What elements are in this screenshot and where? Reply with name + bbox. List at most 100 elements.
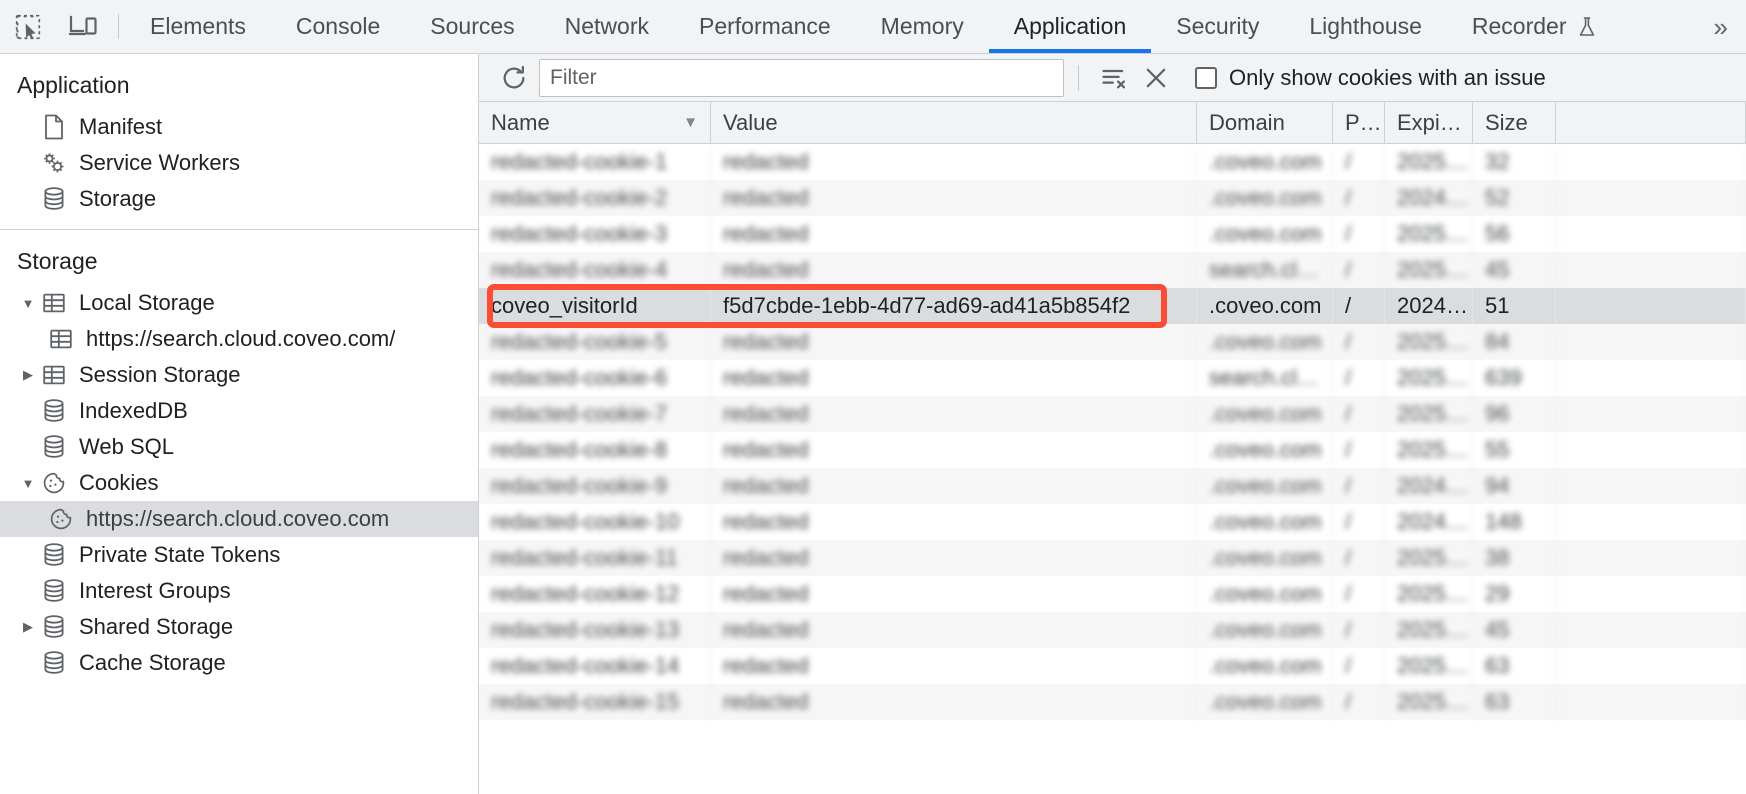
sidebar-item-private-state-tokens[interactable]: Private State Tokens bbox=[0, 537, 478, 573]
sidebar-item-local-storage-origin[interactable]: https://search.cloud.coveo.com/ bbox=[0, 321, 478, 357]
only-show-issue-cookies-checkbox[interactable] bbox=[1195, 66, 1217, 89]
tab-performance[interactable]: Performance bbox=[674, 0, 856, 53]
sidebar-item-label: Interest Groups bbox=[79, 578, 231, 603]
sidebar-item-cookies[interactable]: ▼ Cookies bbox=[0, 465, 478, 501]
cell-name: redacted-cookie-1 bbox=[479, 144, 711, 180]
clear-all-cookies-icon[interactable] bbox=[1135, 59, 1177, 97]
sidebar-item-indexeddb[interactable]: IndexedDB bbox=[0, 393, 478, 429]
table-row[interactable]: redacted-cookie-4 redacted search.cl…/2025… bbox=[479, 252, 1746, 288]
sidebar-item-cache-storage[interactable]: Cache Storage bbox=[0, 645, 478, 681]
cookie-icon bbox=[46, 507, 76, 531]
sidebar-item-shared-storage[interactable]: ▶ Shared Storage bbox=[0, 609, 478, 645]
sidebar-item-label: Private State Tokens bbox=[79, 542, 281, 567]
column-header-extra[interactable] bbox=[1556, 102, 1746, 143]
device-toolbar-icon[interactable] bbox=[56, 0, 112, 53]
table-grid-icon bbox=[39, 291, 69, 315]
cell-extra bbox=[1556, 648, 1746, 684]
more-tabs-chevron-icon[interactable]: » bbox=[1704, 0, 1746, 53]
table-row[interactable]: redacted-cookie-14 redacted .coveo.com/202… bbox=[479, 648, 1746, 684]
sidebar-item-label: IndexedDB bbox=[79, 398, 188, 423]
cell-extra bbox=[1556, 612, 1746, 648]
chevron-right-icon[interactable]: ▶ bbox=[17, 367, 39, 383]
sidebar-item-label: Shared Storage bbox=[79, 614, 234, 639]
column-header-expires[interactable]: Expi… bbox=[1385, 102, 1473, 143]
sidebar-section-application: Application Manifest Service Workers Sto… bbox=[0, 54, 478, 229]
tab-console[interactable]: Console bbox=[271, 0, 405, 53]
tab-network[interactable]: Network bbox=[540, 0, 674, 53]
sidebar-item-cookies-origin[interactable]: https://search.cloud.coveo.com bbox=[0, 501, 478, 537]
column-label: Value bbox=[723, 109, 778, 135]
sidebar-item-service-workers[interactable]: Service Workers bbox=[0, 145, 478, 181]
cookies-panel: Filter Only show cookies with an issue N… bbox=[479, 54, 1746, 794]
table-row[interactable]: redacted-cookie-8 redacted .coveo.com/2025… bbox=[479, 432, 1746, 468]
column-header-domain[interactable]: Domain bbox=[1197, 102, 1333, 143]
sidebar-item-manifest[interactable]: Manifest bbox=[0, 109, 478, 145]
tab-recorder[interactable]: Recorder bbox=[1447, 0, 1622, 53]
tab-label: Network bbox=[564, 13, 649, 39]
cell-size: 56 bbox=[1473, 216, 1556, 252]
table-row[interactable]: redacted-cookie-6 redacted search.cl…/2025… bbox=[479, 360, 1746, 396]
sidebar-item-web-sql[interactable]: Web SQL bbox=[0, 429, 478, 465]
table-row[interactable]: redacted-cookie-3 redacted .coveo.com/2025… bbox=[479, 216, 1746, 252]
filter-input[interactable]: Filter bbox=[539, 58, 1064, 97]
tab-sources[interactable]: Sources bbox=[405, 0, 539, 53]
storage-database-icon bbox=[39, 186, 69, 212]
clear-filtered-cookies-icon[interactable] bbox=[1093, 59, 1135, 97]
chevron-right-icon[interactable]: ▶ bbox=[17, 619, 39, 635]
chevron-down-icon[interactable]: ▼ bbox=[17, 296, 39, 311]
sidebar-item-storage[interactable]: Storage bbox=[0, 181, 478, 217]
cell-domain: search.cl… bbox=[1197, 252, 1333, 288]
cell-expires: 2025… bbox=[1385, 252, 1473, 288]
storage-database-icon bbox=[39, 398, 69, 424]
cell-path: / bbox=[1333, 252, 1385, 288]
sidebar-item-interest-groups[interactable]: Interest Groups bbox=[0, 573, 478, 609]
cell-value: redacted bbox=[711, 144, 1197, 180]
cell-domain: .coveo.com bbox=[1197, 648, 1333, 684]
inspect-element-icon[interactable] bbox=[0, 0, 56, 53]
cell-extra bbox=[1556, 540, 1746, 576]
table-row[interactable]: redacted-cookie-7 redacted .coveo.com/2025… bbox=[479, 396, 1746, 432]
cell-name: redacted-cookie-11 bbox=[479, 540, 711, 576]
tab-lighthouse[interactable]: Lighthouse bbox=[1284, 0, 1447, 53]
table-row[interactable]: redacted-cookie-2 redacted .coveo.com/2024… bbox=[479, 180, 1746, 216]
cell-value: redacted bbox=[711, 540, 1197, 576]
cell-size: 639 bbox=[1473, 360, 1556, 396]
tab-label: Memory bbox=[880, 13, 964, 39]
table-row[interactable]: redacted-cookie-5 redacted .coveo.com/2025… bbox=[479, 324, 1746, 360]
cell-path: / bbox=[1333, 684, 1385, 720]
tab-label: Security bbox=[1176, 13, 1260, 39]
column-header-path[interactable]: P… bbox=[1333, 102, 1385, 143]
storage-database-icon bbox=[39, 434, 69, 460]
cell-path: / bbox=[1333, 468, 1385, 504]
table-row[interactable]: redacted-cookie-10 redacted .coveo.com/202… bbox=[479, 504, 1746, 540]
tab-memory[interactable]: Memory bbox=[856, 0, 989, 53]
table-row[interactable]: coveo_visitorId f5d7cbde-1ebb-4d77-ad69-a… bbox=[479, 288, 1746, 324]
table-row[interactable]: redacted-cookie-9 redacted .coveo.com/2024… bbox=[479, 468, 1746, 504]
column-label: Domain bbox=[1209, 109, 1285, 135]
table-row[interactable]: redacted-cookie-12 redacted .coveo.com/202… bbox=[479, 576, 1746, 612]
tab-elements[interactable]: Elements bbox=[125, 0, 271, 53]
sidebar-item-local-storage[interactable]: ▼ Local Storage bbox=[0, 285, 478, 321]
tab-label: Performance bbox=[699, 13, 831, 39]
sidebar-item-session-storage[interactable]: ▶ Session Storage bbox=[0, 357, 478, 393]
only-show-issue-cookies-checkbox-wrap[interactable]: Only show cookies with an issue bbox=[1195, 65, 1546, 91]
refresh-icon[interactable] bbox=[493, 59, 535, 97]
tab-application[interactable]: Application bbox=[988, 0, 1152, 53]
table-row[interactable]: redacted-cookie-1 redacted .coveo.com/2025… bbox=[479, 144, 1746, 180]
table-row[interactable]: redacted-cookie-13 redacted .coveo.com/202… bbox=[479, 612, 1746, 648]
table-row[interactable]: redacted-cookie-11 redacted .coveo.com/202… bbox=[479, 540, 1746, 576]
cell-path: / bbox=[1333, 432, 1385, 468]
chevron-down-icon[interactable]: ▼ bbox=[17, 476, 39, 491]
cell-domain: .coveo.com bbox=[1197, 576, 1333, 612]
tab-label: Recorder bbox=[1471, 13, 1567, 39]
column-header-name[interactable]: Name ▼ bbox=[479, 102, 711, 143]
toolbar-divider bbox=[118, 14, 119, 39]
table-row[interactable]: redacted-cookie-15 redacted .coveo.com/202… bbox=[479, 684, 1746, 720]
column-header-size[interactable]: Size bbox=[1473, 102, 1556, 143]
cell-expires: 2025… bbox=[1385, 324, 1473, 360]
cell-expires: 2025… bbox=[1385, 432, 1473, 468]
tab-security[interactable]: Security bbox=[1151, 0, 1284, 53]
cell-name: redacted-cookie-13 bbox=[479, 612, 711, 648]
column-header-value[interactable]: Value bbox=[711, 102, 1197, 143]
cell-domain: .coveo.com bbox=[1197, 540, 1333, 576]
